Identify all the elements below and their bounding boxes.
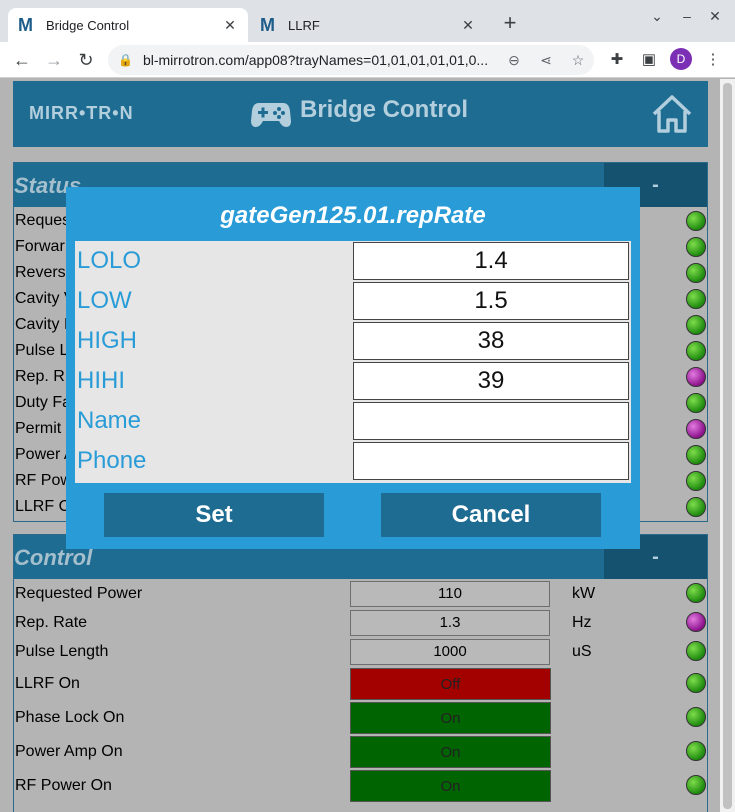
low-label: LOW bbox=[77, 287, 132, 314]
status-row-label: Reques bbox=[15, 212, 71, 229]
close-tab-icon[interactable]: ✕ bbox=[460, 17, 476, 34]
back-arrow-icon[interactable]: ← bbox=[10, 48, 34, 72]
rf-power-on-led bbox=[686, 775, 706, 795]
close-window-icon[interactable]: ✕ bbox=[705, 8, 725, 25]
tab-bridge-control[interactable]: M Bridge Control ✕ bbox=[8, 8, 248, 42]
status-led-green bbox=[686, 211, 706, 231]
rep-rate-unit: Hz bbox=[572, 614, 592, 631]
status-row-label: Duty Fa bbox=[15, 394, 72, 411]
status-led-green bbox=[686, 497, 706, 517]
gamepad-icon bbox=[251, 103, 291, 127]
bookmark-star-icon[interactable]: ☆ bbox=[562, 52, 594, 69]
status-led-green bbox=[686, 471, 706, 491]
menu-dots-icon[interactable]: ⋮ bbox=[702, 50, 724, 68]
phone-input[interactable] bbox=[353, 442, 629, 480]
tab-favicon-icon: M bbox=[18, 14, 33, 35]
browser-toolbar: ← → ↻ 🔒 bl-mirrotron.com/app08?trayNames… bbox=[0, 42, 735, 78]
pulse-length-label: Pulse Length bbox=[15, 643, 109, 660]
name-input[interactable] bbox=[353, 402, 629, 440]
status-led-magenta bbox=[686, 419, 706, 439]
tab-title: LLRF bbox=[288, 17, 320, 33]
status-led-green bbox=[686, 289, 706, 309]
pulse-length-led bbox=[686, 641, 706, 661]
llrf-on-toggle[interactable]: Off bbox=[350, 668, 551, 700]
status-led-green bbox=[686, 263, 706, 283]
profile-avatar[interactable]: D bbox=[670, 48, 692, 70]
hihi-label: HIHI bbox=[77, 367, 125, 394]
requested-power-input[interactable]: 110 bbox=[350, 581, 550, 607]
status-led-green bbox=[686, 341, 706, 361]
status-row-label: Revers bbox=[15, 264, 66, 281]
status-led-green bbox=[686, 445, 706, 465]
rep-rate-led bbox=[686, 612, 706, 632]
browser-tabstrip: M Bridge Control ✕ M LLRF ✕ + ⌄ – ✕ bbox=[0, 0, 735, 42]
set-button[interactable]: Set bbox=[104, 493, 324, 537]
rf-power-on-toggle[interactable]: On bbox=[350, 770, 551, 802]
side-panel-icon[interactable]: ▣ bbox=[638, 50, 660, 68]
phase-lock-on-toggle[interactable]: On bbox=[350, 702, 551, 734]
status-row-label: Permit bbox=[15, 420, 62, 437]
llrf-on-led bbox=[686, 673, 706, 693]
home-icon[interactable] bbox=[651, 93, 693, 135]
status-led-green bbox=[686, 315, 706, 335]
extensions-icon[interactable]: ✚ bbox=[606, 50, 628, 68]
power-amp-on-led bbox=[686, 741, 706, 761]
tab-favicon-icon: M bbox=[260, 14, 275, 35]
cancel-button[interactable]: Cancel bbox=[381, 493, 601, 537]
hihi-input[interactable]: 39 bbox=[353, 362, 629, 400]
page-title: Bridge Control bbox=[300, 96, 468, 123]
phase-lock-on-led bbox=[686, 707, 706, 727]
requested-power-label: Requested Power bbox=[15, 585, 143, 602]
status-row-label: RF Pow bbox=[15, 472, 72, 489]
url-text: bl-mirrotron.com/app08?trayNames=01,01,0… bbox=[142, 52, 489, 68]
share-icon[interactable]: ⋖ bbox=[530, 52, 562, 69]
status-led-green bbox=[686, 393, 706, 413]
rep-rate-label: Rep. Rate bbox=[15, 614, 88, 631]
tab-title: Bridge Control bbox=[46, 17, 130, 33]
dialog-body: LOLO 1.4 LOW 1.5 HIGH 38 HIHI 39 Name Ph… bbox=[75, 241, 631, 483]
new-tab-button[interactable]: + bbox=[498, 10, 522, 36]
alarm-limits-dialog: gateGen125.01.repRate LOLO 1.4 LOW 1.5 H… bbox=[66, 187, 640, 549]
minimize-icon[interactable]: – bbox=[677, 8, 697, 24]
status-row-label: Cavity I bbox=[15, 316, 69, 333]
pulse-length-input[interactable]: 1000 bbox=[350, 639, 550, 665]
mirrotron-logo: MIRR•TR•N bbox=[29, 103, 134, 123]
requested-power-led bbox=[686, 583, 706, 603]
app-header: MIRR•TR•N Bridge Control bbox=[13, 81, 708, 147]
llrf-on-label: LLRF On bbox=[15, 675, 80, 692]
chevron-down-icon[interactable]: ⌄ bbox=[647, 8, 667, 25]
address-bar[interactable]: 🔒 bl-mirrotron.com/app08?trayNames=01,01… bbox=[108, 45, 594, 75]
phase-lock-on-label: Phase Lock On bbox=[15, 709, 125, 726]
power-amp-on-label: Power Amp On bbox=[15, 743, 123, 760]
status-row-label: Rep. R bbox=[15, 368, 65, 385]
scrollbar-thumb[interactable] bbox=[723, 83, 732, 809]
reload-icon[interactable]: ↻ bbox=[74, 48, 98, 72]
close-tab-icon[interactable]: ✕ bbox=[222, 17, 238, 34]
status-led-green bbox=[686, 237, 706, 257]
lock-icon: 🔒 bbox=[118, 53, 133, 67]
status-led-magenta bbox=[686, 367, 706, 387]
rf-power-on-label: RF Power On bbox=[15, 777, 112, 794]
page-scrollbar[interactable] bbox=[720, 79, 735, 812]
zoom-icon[interactable]: ⊖ bbox=[498, 52, 530, 69]
status-row-label: Pulse L bbox=[15, 342, 69, 359]
forward-arrow-icon[interactable]: → bbox=[42, 48, 66, 72]
requested-power-unit: kW bbox=[572, 585, 596, 602]
phone-label: Phone bbox=[77, 447, 147, 474]
status-row-label: LLRF O bbox=[15, 498, 72, 515]
lolo-input[interactable]: 1.4 bbox=[353, 242, 629, 280]
lolo-label: LOLO bbox=[77, 247, 142, 274]
name-label: Name bbox=[77, 407, 142, 434]
high-label: HIGH bbox=[77, 327, 137, 354]
status-row-label: Forwar bbox=[15, 238, 65, 255]
pulse-length-unit: uS bbox=[572, 643, 592, 660]
rep-rate-input[interactable]: 1.3 bbox=[350, 610, 550, 636]
low-input[interactable]: 1.5 bbox=[353, 282, 629, 320]
dialog-title: gateGen125.01.repRate bbox=[220, 202, 486, 229]
power-amp-on-toggle[interactable]: On bbox=[350, 736, 551, 768]
tab-llrf[interactable]: M LLRF ✕ bbox=[250, 8, 486, 42]
high-input[interactable]: 38 bbox=[353, 322, 629, 360]
